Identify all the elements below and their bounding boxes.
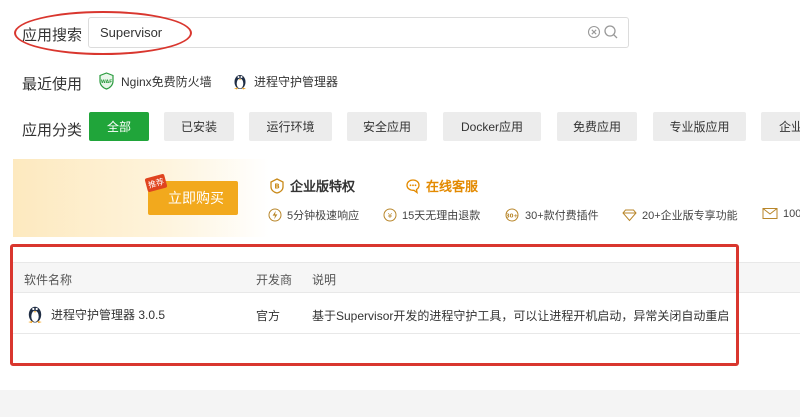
perk-fast-response: 5分钟极速响应	[268, 207, 359, 223]
recent-label: 最近使用	[22, 76, 83, 93]
perk-refund: ¥ 15天无理由退款	[383, 207, 480, 223]
category-label: 应用分类	[22, 122, 83, 139]
svg-text:30+: 30+	[506, 214, 519, 220]
perk-label: 15天无理由退款	[402, 210, 481, 222]
promo-banner	[13, 159, 800, 237]
perk-enterprise-features: 20+企业版专享功能	[622, 207, 738, 223]
waf-shield-icon: WAF	[99, 72, 114, 90]
svg-text:WAF: WAF	[101, 79, 112, 85]
annotation-rectangle	[10, 244, 739, 366]
category-runtime-button[interactable]: 运行环境	[249, 112, 332, 141]
search-icon[interactable]	[603, 24, 619, 40]
recent-item-label: Nginx免费防火墙	[121, 74, 212, 89]
diamond-icon	[622, 209, 637, 222]
category-free-button[interactable]: 免费应用	[557, 112, 637, 141]
clear-icon[interactable]	[587, 25, 601, 39]
perk-more: 100	[762, 207, 800, 220]
chat-icon	[406, 178, 420, 194]
badge-icon: B	[270, 177, 284, 194]
page-footer-area	[0, 390, 800, 417]
category-all-button[interactable]: 全部	[89, 112, 149, 141]
recent-item-nginx-waf[interactable]: WAF Nginx免费防火墙	[98, 72, 212, 90]
perk-label: 5分钟极速响应	[287, 210, 360, 222]
perk-plugins: 30+ 30+款付费插件	[504, 207, 599, 223]
category-docker-button[interactable]: Docker应用	[443, 112, 541, 141]
svg-text:B: B	[274, 182, 279, 190]
perk-label: 20+企业版专享功能	[642, 210, 738, 222]
service-title-label: 在线客服	[426, 179, 479, 194]
category-enterprise-button[interactable]: 企业	[761, 112, 800, 141]
lightning-icon	[268, 208, 282, 222]
plugin-30-icon: 30+	[505, 208, 519, 222]
penguin-icon	[234, 75, 246, 90]
enterprise-title-label: 企业版特权	[290, 179, 356, 194]
recent-item-supervisor[interactable]: 进程守护管理器	[232, 72, 338, 90]
perk-label: 100	[783, 207, 800, 220]
category-installed-button[interactable]: 已安装	[164, 112, 234, 141]
enterprise-privilege-title[interactable]: B 企业版特权	[269, 176, 355, 195]
online-service-link[interactable]: 在线客服	[405, 176, 478, 195]
recent-item-label: 进程守护管理器	[254, 74, 339, 89]
perk-label: 30+款付费插件	[525, 210, 599, 222]
mail-icon	[762, 208, 778, 219]
category-security-button[interactable]: 安全应用	[347, 112, 427, 141]
category-pro-button[interactable]: 专业版应用	[653, 112, 746, 141]
refund-icon: ¥	[383, 208, 397, 222]
svg-text:¥: ¥	[388, 212, 393, 220]
annotation-ellipse	[14, 11, 192, 55]
